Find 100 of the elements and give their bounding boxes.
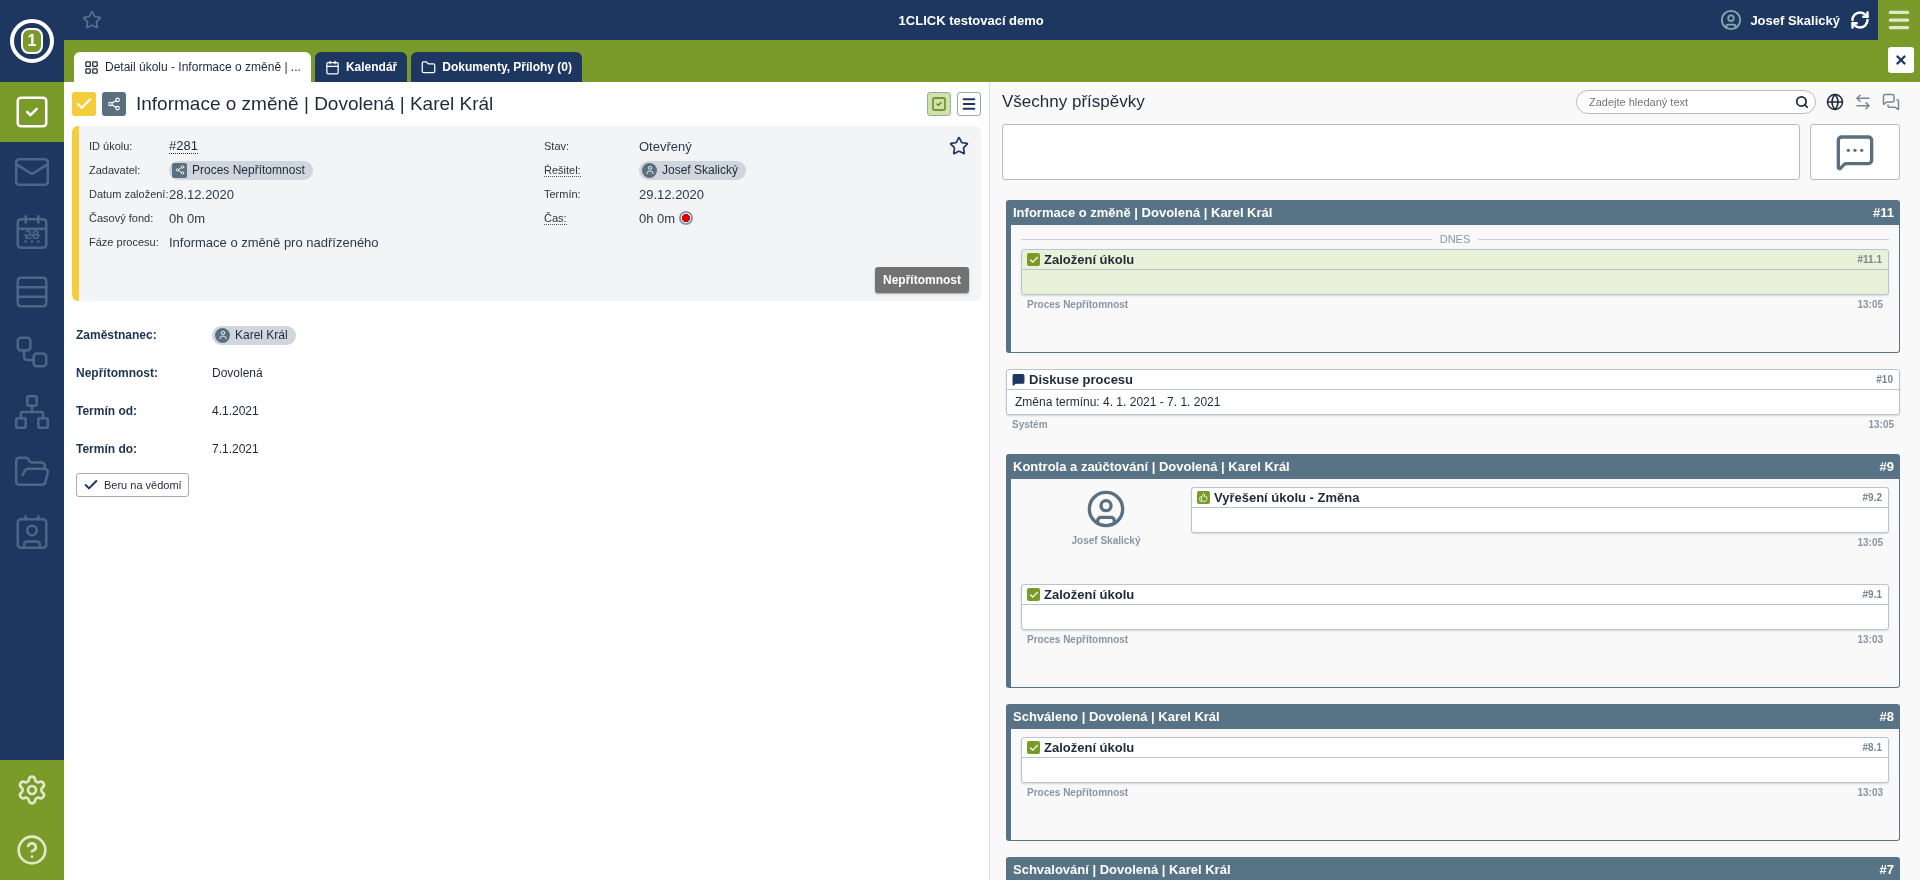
field-label: Zaměstnanec: (76, 328, 158, 342)
complete-button[interactable] (927, 92, 951, 116)
feed-title: Všechny příspěvky (1002, 92, 1146, 112)
check-icon (931, 96, 947, 112)
author-name: Josef Skalický (1071, 535, 1141, 546)
task-id-link[interactable]: #281 (169, 138, 198, 154)
group-number: #9 (1879, 459, 1894, 474)
process-icon (102, 92, 126, 116)
field-label: Termín od: (76, 404, 139, 418)
message-input[interactable] (1002, 124, 1800, 180)
chat-icon[interactable] (1882, 93, 1900, 111)
post-number: #11.1 (1857, 254, 1882, 265)
tab[interactable]: Detail úkolu - Informace o změně | ... (74, 52, 311, 82)
post-title: Vyřešení úkolu - Změna (1214, 490, 1361, 505)
help-icon (16, 834, 48, 866)
group-number: #11 (1873, 205, 1894, 220)
post-title: Založení úkolu (1044, 587, 1136, 602)
day-divider: DNES (1021, 233, 1889, 245)
person-chip[interactable]: Karel Král (212, 325, 296, 345)
post-source: Proces Nepřítomnost (1027, 787, 1129, 798)
info-value: 0h 0m (169, 210, 207, 226)
search-icon[interactable] (1795, 95, 1809, 109)
send-message-button[interactable] (1810, 124, 1900, 180)
thumbs-up-icon (1197, 491, 1210, 504)
calendar-icon (13, 213, 51, 251)
tab[interactable]: Dokumenty, Přílohy (0) (411, 52, 583, 82)
field-label: Termín do: (76, 442, 139, 456)
info-label: Čas: (544, 211, 567, 225)
close-button[interactable] (1888, 47, 1914, 73)
star-icon[interactable] (949, 136, 969, 156)
group-number: #7 (1879, 862, 1894, 877)
refresh-icon[interactable] (1850, 10, 1870, 30)
post-number: #9.1 (1862, 589, 1882, 600)
info-label: Datum založení: (89, 188, 169, 200)
group-number: #8 (1879, 709, 1894, 724)
info-label: Zadavatel: (89, 164, 141, 176)
post-time: 13:03 (1857, 787, 1883, 798)
process-icon (13, 333, 51, 371)
avatar-icon (1720, 9, 1743, 31)
user-name[interactable]: Josef Skalický (1750, 12, 1840, 28)
speech-bubble-icon (1012, 373, 1025, 386)
done-checkbox[interactable] (72, 92, 96, 116)
task-check-icon (13, 93, 51, 131)
group-title: Informace o změně | Dovolená | Karel Král (1013, 205, 1273, 220)
acknowledge-button[interactable]: Beru na vědomí (76, 473, 189, 497)
swap-icon[interactable] (1854, 93, 1872, 111)
star-icon[interactable] (82, 10, 102, 30)
folder-icon (421, 59, 437, 75)
info-value: Otevřený (639, 138, 693, 154)
post-source: Proces Nepřítomnost (1027, 634, 1129, 645)
field-value: 4.1.2021 (212, 404, 259, 418)
user-chip[interactable]: Josef Skalický (639, 160, 747, 180)
field-value: Dovolená (212, 366, 263, 380)
info-value: 28.12.2020 (169, 186, 236, 202)
group-title: Schvalování | Dovolená | Karel Král (1013, 862, 1231, 877)
org-chart-icon (13, 393, 51, 431)
tab[interactable]: Kalendář (314, 52, 408, 82)
info-label: Řešitel: (544, 163, 581, 177)
chat-bubble-icon (1835, 132, 1875, 172)
post-title: Založení úkolu (1044, 740, 1136, 755)
group-title: Kontrola a zaúčtování | Dovolená | Karel Král (1013, 459, 1290, 474)
info-value: Informace o změně pro nadřízeného (169, 234, 380, 250)
field-label: Nepřítomnost: (76, 366, 159, 380)
settings-icon (16, 774, 48, 806)
check-icon (1027, 253, 1040, 266)
post-source: Proces Nepřítomnost (1027, 299, 1129, 310)
post-title: Diskuse procesu (1029, 372, 1135, 387)
info-label: Fáze procesu: (89, 236, 159, 248)
check-icon (1027, 588, 1040, 601)
menu-button[interactable] (957, 92, 981, 116)
nav-item[interactable] (0, 82, 64, 142)
grid-icon (84, 59, 99, 75)
record-icon[interactable] (679, 211, 694, 225)
search-field[interactable]: Zadejte hledaný text (1576, 90, 1816, 114)
info-label: Stav: (544, 140, 570, 152)
tag-button[interactable]: Nepřítomnost (875, 267, 969, 293)
menu-icon (961, 96, 977, 112)
info-label: Termín: (544, 188, 581, 200)
post-time: 13:05 (1857, 537, 1883, 548)
post-time: 13:05 (1868, 419, 1894, 430)
post-number: #10 (1876, 374, 1893, 385)
task-title: Informace o změně | Dovolená | Karel Král (136, 93, 495, 115)
post-source: Systém (1012, 419, 1048, 430)
info-label: ID úkolu: (89, 140, 133, 152)
post-text: Změna termínu: 4. 1. 2021 - 7. 1. 2021 (1014, 394, 1222, 411)
post-time: 13:03 (1857, 634, 1883, 645)
post-title: Založení úkolu (1044, 252, 1136, 267)
globe-icon[interactable] (1826, 93, 1844, 111)
check-icon (1027, 741, 1040, 754)
app-title: 1CLICK testovací demo (897, 12, 1045, 28)
contacts-icon (13, 513, 51, 551)
info-label: Časový fond: (89, 212, 154, 224)
field-value: 7.1.2021 (212, 442, 259, 456)
process-chip[interactable]: Proces Nepřítomnost (169, 160, 313, 180)
list-icon (13, 273, 51, 311)
avatar-icon (1086, 489, 1126, 529)
post-time: 13:05 (1857, 299, 1883, 310)
process-icon (172, 162, 187, 178)
group-title: Schváleno | Dovolená | Karel Král (1013, 709, 1220, 724)
post-number: #9.2 (1862, 492, 1882, 503)
